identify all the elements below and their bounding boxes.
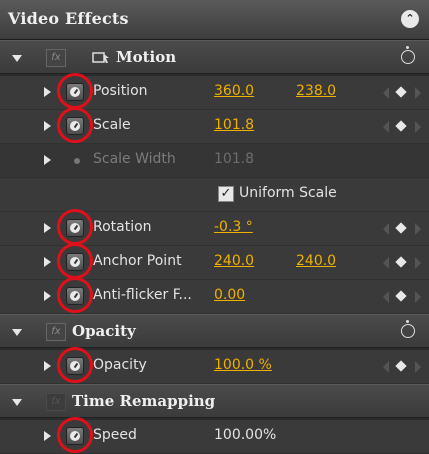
fx-toggle-icon[interactable]: fx: [46, 323, 66, 341]
property-row-anchor-point: Anchor Point 240.0 240.0: [0, 243, 429, 280]
property-row-rotation: Rotation -0.3 °: [0, 209, 429, 246]
next-keyframe-icon[interactable]: [415, 291, 421, 303]
opacity-value[interactable]: 100.0 %: [214, 357, 272, 373]
rotation-value[interactable]: -0.3 °: [214, 219, 253, 235]
next-keyframe-icon[interactable]: [415, 257, 421, 269]
position-x-value[interactable]: 360.0: [214, 83, 254, 99]
stopwatch-icon[interactable]: [66, 287, 84, 305]
antiflicker-value[interactable]: 0.00: [214, 287, 245, 303]
stopwatch-icon[interactable]: [66, 253, 84, 271]
add-keyframe-icon[interactable]: [395, 290, 407, 302]
property-label: Opacity: [93, 357, 147, 373]
effect-header-motion[interactable]: fx Motion: [0, 40, 429, 74]
effect-name-motion: Motion: [116, 48, 177, 66]
uniform-scale-label: Uniform Scale: [239, 185, 337, 201]
reset-icon[interactable]: [401, 46, 415, 64]
add-keyframe-icon[interactable]: [395, 120, 407, 132]
stopwatch-icon[interactable]: [66, 219, 84, 237]
disabled-stopwatch-icon: [74, 158, 80, 164]
property-label: Speed: [93, 427, 137, 443]
anchor-x-value[interactable]: 240.0: [214, 253, 254, 269]
expand-triangle-icon[interactable]: [44, 87, 51, 97]
stopwatch-icon[interactable]: [66, 117, 84, 135]
video-effects-panel: Video Effects ⌃ fx Motion Position 360.0…: [0, 0, 429, 454]
expand-triangle-icon[interactable]: [12, 399, 22, 406]
expand-triangle-icon[interactable]: [44, 155, 51, 165]
stopwatch-icon[interactable]: [66, 83, 84, 101]
prev-keyframe-icon[interactable]: [383, 361, 389, 373]
prev-keyframe-icon[interactable]: [383, 257, 389, 269]
next-keyframe-icon[interactable]: [415, 223, 421, 235]
next-keyframe-icon[interactable]: [415, 87, 421, 99]
property-row-scale-width: Scale Width 101.8: [0, 144, 429, 178]
expand-triangle-icon[interactable]: [44, 223, 51, 233]
property-label: Scale Width: [93, 151, 176, 167]
add-keyframe-icon[interactable]: [395, 256, 407, 268]
prev-keyframe-icon[interactable]: [383, 87, 389, 99]
property-label: Anchor Point: [93, 253, 182, 269]
effect-header-opacity[interactable]: fx Opacity: [0, 314, 429, 348]
anchor-y-value[interactable]: 240.0: [296, 253, 336, 269]
add-keyframe-icon[interactable]: [395, 360, 407, 372]
stopwatch-icon[interactable]: [66, 427, 84, 445]
property-label: Scale: [93, 117, 131, 133]
effect-name-time-remapping: Time Remapping: [72, 392, 216, 410]
stopwatch-icon[interactable]: [66, 357, 84, 375]
property-row-opacity: Opacity 100.0 %: [0, 347, 429, 384]
next-keyframe-icon[interactable]: [415, 121, 421, 133]
uniform-scale-checkbox[interactable]: ✓: [218, 186, 234, 202]
fx-toggle-icon[interactable]: fx: [46, 393, 66, 411]
motion-icon: [92, 52, 109, 63]
position-y-value[interactable]: 238.0: [296, 83, 336, 99]
scale-value[interactable]: 101.8: [214, 117, 254, 133]
expand-triangle-icon[interactable]: [12, 329, 22, 336]
prev-keyframe-icon[interactable]: [383, 223, 389, 235]
scale-width-value: 101.8: [214, 151, 255, 167]
panel-title: Video Effects: [8, 9, 129, 28]
expand-triangle-icon[interactable]: [44, 361, 51, 371]
add-keyframe-icon[interactable]: [395, 222, 407, 234]
expand-triangle-icon[interactable]: [44, 291, 51, 301]
property-row-antiflicker: Anti-flicker F... 0.00: [0, 277, 429, 314]
property-label: Anti-flicker F...: [93, 287, 192, 303]
property-row-position: Position 360.0 238.0: [0, 73, 429, 110]
expand-triangle-icon[interactable]: [12, 55, 22, 62]
property-row-speed: Speed 100.00%: [0, 417, 429, 454]
uniform-scale-row: ✓ Uniform Scale: [0, 178, 429, 212]
effect-name-opacity: Opacity: [72, 322, 136, 340]
property-row-scale: Scale 101.8: [0, 107, 429, 144]
property-label: Position: [93, 83, 148, 99]
fx-toggle-icon[interactable]: fx: [46, 49, 66, 67]
speed-value: 100.00%: [214, 427, 277, 443]
collapse-icon[interactable]: ⌃: [401, 10, 419, 28]
add-keyframe-icon[interactable]: [395, 86, 407, 98]
reset-icon[interactable]: [401, 320, 415, 338]
effect-header-time-remapping[interactable]: fx Time Remapping: [0, 384, 429, 418]
property-label: Rotation: [93, 219, 152, 235]
panel-header: Video Effects ⌃: [0, 0, 429, 40]
expand-triangle-icon[interactable]: [44, 431, 51, 441]
prev-keyframe-icon[interactable]: [383, 121, 389, 133]
expand-triangle-icon[interactable]: [44, 257, 51, 267]
next-keyframe-icon[interactable]: [415, 361, 421, 373]
prev-keyframe-icon[interactable]: [383, 291, 389, 303]
expand-triangle-icon[interactable]: [44, 121, 51, 131]
